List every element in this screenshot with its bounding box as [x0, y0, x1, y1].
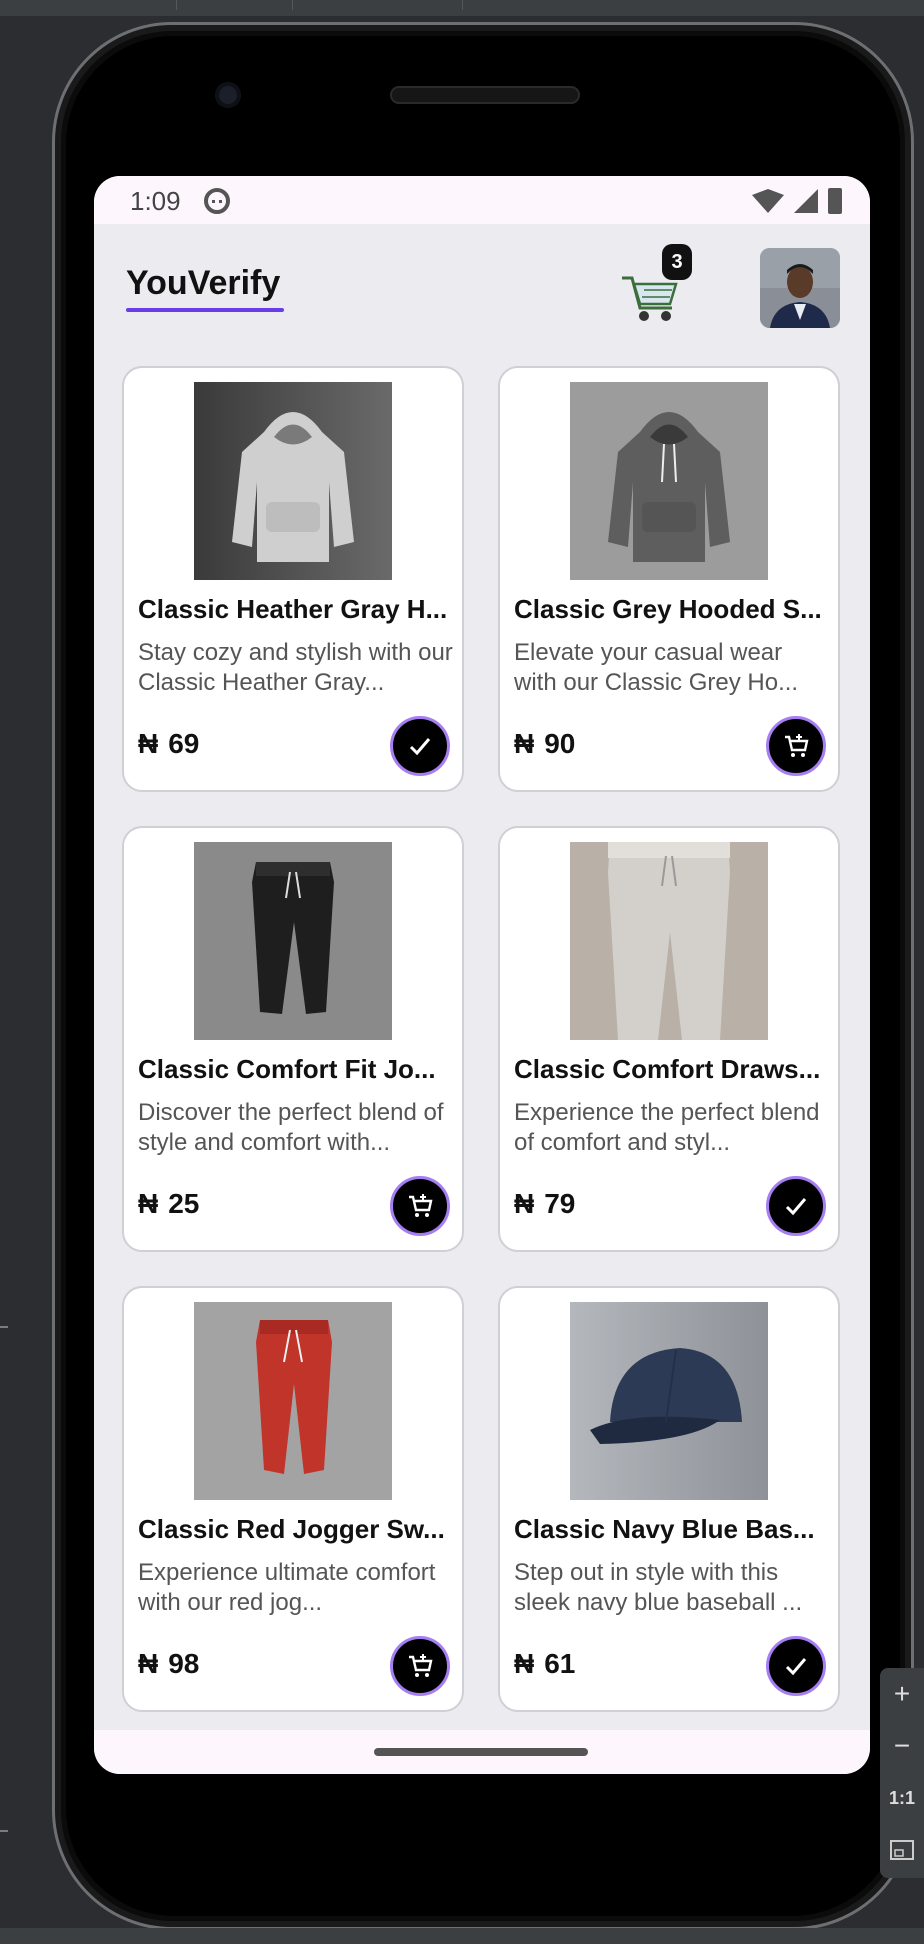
price-value: 69 — [168, 728, 200, 759]
ide-status-bar — [0, 1928, 924, 1944]
added-check-button[interactable] — [390, 716, 450, 776]
product-image — [194, 1302, 392, 1500]
zoom-in-button[interactable]: + — [880, 1668, 924, 1720]
signal-icon — [794, 189, 818, 213]
brand-title[interactable]: YouVerify — [126, 264, 280, 303]
ide-side-marker — [0, 1326, 8, 1328]
product-price: ₦ 61 — [514, 1648, 575, 1680]
add-to-cart-button[interactable] — [766, 716, 826, 776]
product-card[interactable]: Classic Grey Hooded S... Elevate your ca… — [498, 366, 840, 792]
product-title: Classic Navy Blue Bas... — [514, 1514, 815, 1544]
product-price: ₦ 69 — [138, 728, 199, 760]
product-description: Experience the perfect blend of comfort … — [514, 1099, 820, 1156]
product-title: Classic Red Jogger Sw... — [138, 1514, 445, 1544]
product-card[interactable]: Classic Navy Blue Bas... Step out in sty… — [498, 1286, 840, 1712]
product-price: ₦ 79 — [514, 1188, 575, 1220]
fit-screen-icon — [890, 1840, 914, 1860]
product-card[interactable]: Classic Red Jogger Sw... Experience ulti… — [122, 1286, 464, 1712]
front-camera — [215, 82, 241, 108]
home-gesture-handle[interactable] — [374, 1748, 588, 1756]
zoom-out-button[interactable]: − — [880, 1720, 924, 1772]
price-value: 79 — [544, 1188, 576, 1219]
product-price: ₦ 25 — [138, 1188, 199, 1220]
ide-side-marker — [0, 1830, 8, 1832]
add-shopping-cart-icon — [785, 734, 809, 757]
price-value: 61 — [544, 1648, 576, 1679]
avatar[interactable] — [760, 248, 840, 328]
product-grid: Classic Heather Gray H... Stay cozy and … — [122, 366, 846, 1712]
check-icon — [785, 1658, 807, 1676]
product-price: ₦ 98 — [138, 1648, 199, 1680]
product-title: Classic Grey Hooded S... — [514, 594, 822, 624]
brand-underline — [126, 308, 284, 312]
emulator-zoom-controls: + − 1:1 — [880, 1668, 924, 1878]
currency-symbol: ₦ — [514, 1648, 535, 1679]
add-to-cart-button[interactable] — [390, 1636, 450, 1696]
product-price: ₦ 90 — [514, 728, 575, 760]
product-description: Stay cozy and stylish with our Classic H… — [138, 639, 453, 696]
fit-screen-button[interactable] — [880, 1824, 924, 1876]
check-icon — [409, 738, 431, 756]
product-description: Elevate your casual wear with our Classi… — [514, 639, 799, 696]
add-shopping-cart-icon — [409, 1654, 433, 1677]
product-card[interactable]: Classic Heather Gray H... Stay cozy and … — [122, 366, 464, 792]
price-value: 25 — [168, 1188, 200, 1219]
add-shopping-cart-icon — [409, 1194, 433, 1217]
battery-icon — [828, 188, 842, 214]
notification-icon — [204, 188, 230, 214]
ide-top-toolbar — [0, 0, 924, 16]
wifi-icon — [752, 189, 784, 213]
product-title: Classic Comfort Draws... — [514, 1054, 821, 1084]
product-image — [570, 1302, 768, 1500]
status-bar: 1:09 — [94, 176, 870, 224]
actual-size-button[interactable]: 1:1 — [880, 1772, 924, 1824]
currency-symbol: ₦ — [138, 728, 159, 759]
currency-symbol: ₦ — [138, 1648, 159, 1679]
product-image — [194, 382, 392, 580]
status-time: 1:09 — [130, 186, 181, 216]
product-card[interactable]: Classic Comfort Fit Jo... Discover the p… — [122, 826, 464, 1252]
currency-symbol: ₦ — [514, 1188, 535, 1219]
product-card[interactable]: Classic Comfort Draws... Experience the … — [498, 826, 840, 1252]
product-image — [570, 842, 768, 1040]
cart-count-badge: 3 — [662, 244, 692, 280]
price-value: 90 — [544, 728, 576, 759]
earpiece-speaker — [390, 86, 580, 104]
app-screen: 1:09 YouVerify 3 Classic Heather Gray H.… — [94, 176, 870, 1774]
product-title: Classic Heather Gray H... — [138, 594, 448, 624]
product-image — [570, 382, 768, 580]
add-to-cart-button[interactable] — [390, 1176, 450, 1236]
added-check-button[interactable] — [766, 1176, 826, 1236]
price-value: 98 — [168, 1648, 200, 1679]
check-icon — [785, 1198, 807, 1216]
currency-symbol: ₦ — [138, 1188, 159, 1219]
product-description: Experience ultimate comfort with our red… — [138, 1559, 436, 1616]
product-image — [194, 842, 392, 1040]
product-description: Discover the perfect blend of style and … — [138, 1099, 444, 1156]
currency-symbol: ₦ — [514, 728, 535, 759]
product-description: Step out in style with this sleek navy b… — [514, 1559, 803, 1616]
added-check-button[interactable] — [766, 1636, 826, 1696]
product-title: Classic Comfort Fit Jo... — [138, 1054, 436, 1084]
app-bar: YouVerify 3 — [94, 224, 870, 364]
